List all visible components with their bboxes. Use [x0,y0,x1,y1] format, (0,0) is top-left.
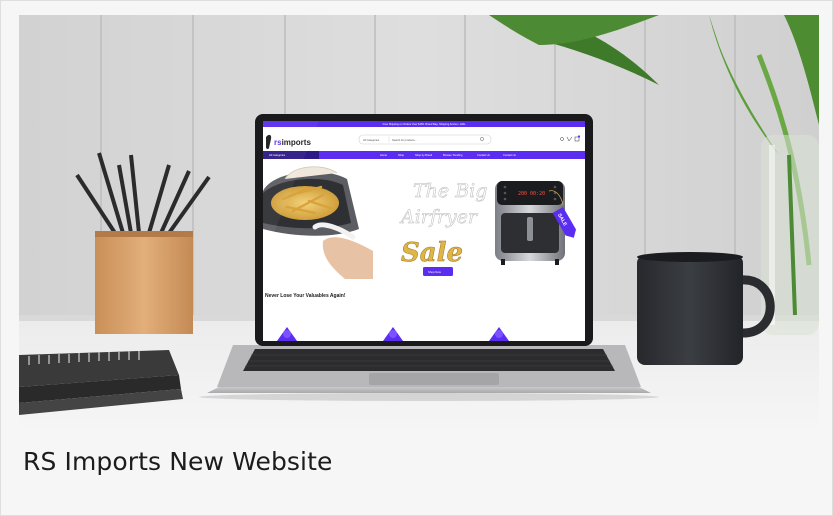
screen-hero-line1: The Big [413,180,487,202]
screen-fryer-display: 200 00:20 [518,191,545,197]
screen-nav-home: Home [380,153,387,157]
featured-photo[interactable]: Free Shipping on Orders Over $150. Brand… [19,15,819,434]
screen-nav-shop: Shop [398,153,405,157]
screen-nav-trending: Browse Trending [443,153,463,157]
screen-nav-contact-2: Contact Us [503,153,517,157]
screen-topbar-text: Free Shipping on Orders Over $150. Brand… [383,122,466,126]
screen-hero-sale: Sale [401,238,463,268]
screen-section-heading: Never Lose Your Valuables Again! [265,293,346,299]
article-card[interactable]: Free Shipping on Orders Over $150. Brand… [0,0,833,516]
screen-shop-button-label: Shop Now [428,270,442,274]
screen-hero-line2: Airfryer [399,206,479,228]
screen-hero: The Big Airfryer Sale Shop Now 200 00:20 [263,159,585,279]
screen-nav-brand: Shop by Brand [415,153,433,157]
article-title[interactable]: RS Imports New Website [23,447,332,476]
photo-illustration: Free Shipping on Orders Over $150. Brand… [19,15,819,434]
screen-search-category: All Categories [363,138,380,142]
screen-nav-contact-1: Contact Us [477,153,491,157]
screen-search-placeholder: Search for products... [392,138,417,142]
